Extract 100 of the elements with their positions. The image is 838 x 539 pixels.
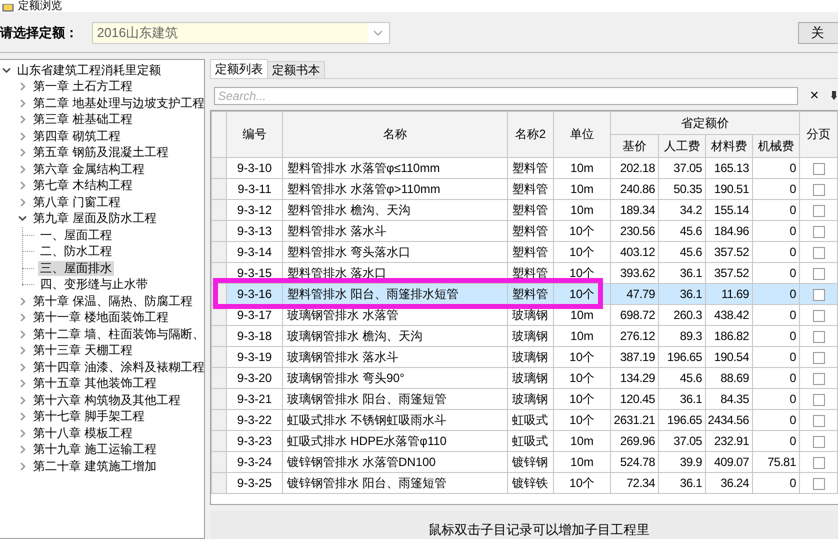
expand-caret-icon[interactable] [18,428,27,438]
checkbox[interactable] [812,204,824,217]
table-cell: 120.45 [610,388,658,410]
tree-item[interactable]: 一、屋面工程 [38,228,114,243]
tree-item[interactable]: 第十六章 构筑物及其他工程 [31,392,182,408]
table-row[interactable]: 9-3-25 镀锌钢管排水 阳台、雨篷短管 镀锌铁 10个 72.34 36.1 36.24 0 [212,472,838,494]
tree-item[interactable]: 第十章 保温、隔热、防腐工程 [31,294,194,309]
table-row[interactable]: 9-3-11 塑料管排水 水落管φ>110mm 塑料管 10m 240.86 50.35 190.51 0 [212,178,838,200]
tree-item[interactable]: 第九章 屋面及防水工程 [31,211,158,226]
column-header[interactable]: 名称 [282,112,508,158]
checkbox[interactable] [812,330,824,343]
expand-caret-icon[interactable] [18,296,27,306]
expand-caret-icon[interactable] [18,462,27,471]
tree-item[interactable]: 第三章 桩基础工程 [31,112,134,128]
table-row[interactable]: 9-3-19 玻璃钢管排水 落水斗 玻璃钢 10个 387.19 196.65 190.54 0 [212,346,838,368]
checkbox[interactable] [812,226,824,238]
tree-item[interactable]: 第十八章 模板工程 [31,426,134,441]
table-row[interactable]: 9-3-24 镀锌钢管排水 水落管DN100 镀锌钢 10m 524.78 39.9 409.07 75.81 [212,452,838,472]
expand-caret-icon[interactable] [18,346,27,356]
table-row[interactable]: 9-3-23 虹吸式排水 HDPE水落管φ110 虹吸式 10m 269.96 37.05 232.91 0 [212,430,838,452]
column-header[interactable]: 材料费 [706,134,752,158]
table-row[interactable]: 9-3-20 玻璃钢管排水 弯头90° 玻璃钢 10个 134.29 45.6 88.69 0 [212,368,838,388]
expand-caret-icon[interactable] [18,396,27,405]
table-row[interactable]: 9-3-17 玻璃钢管排水 水落管 玻璃钢 10m 698.72 260.3 438.42 0 [212,304,838,326]
tree-item[interactable]: 四、变形缝与止水带 [38,277,150,292]
search-field[interactable]: Search... [214,87,798,105]
tree-item[interactable]: 山东省建筑工程消耗里定额 [15,62,163,78]
table-row[interactable]: 9-3-18 玻璃钢管排水 檐沟、天沟 玻璃钢 10m 276.12 89.3 186.82 0 [212,326,838,346]
checkbox[interactable] [812,394,824,406]
expand-caret-icon[interactable] [18,362,27,372]
collapse-caret-icon[interactable] [18,214,27,224]
tree-item[interactable]: 第四章 砌筑工程 [31,128,122,144]
column-header[interactable]: 名称2 [508,112,554,158]
checkbox[interactable] [812,246,824,259]
expand-caret-icon[interactable] [18,98,27,108]
expand-caret-icon[interactable] [18,445,27,454]
expand-caret-icon[interactable] [18,132,27,141]
checkbox[interactable] [812,352,824,364]
expand-caret-icon[interactable] [18,379,27,388]
table-row[interactable]: 9-3-13 塑料管排水 落水斗 塑料管 10个 230.56 45.6 184.96 0 [212,220,838,242]
checkbox[interactable] [812,268,824,280]
dropdown-caret-icon[interactable] [373,30,383,36]
down-arrow-icon[interactable] [830,91,837,101]
expand-caret-icon[interactable] [18,115,27,124]
table-cell: 134.29 [610,368,658,388]
checkbox[interactable] [812,414,824,427]
column-header[interactable]: 机械费 [752,134,800,158]
tree-item[interactable]: 第十九章 施工运输工程 [31,442,158,458]
table-row[interactable]: 9-3-16 塑料管排水 阳台、雨篷排水短管 塑料管 10个 47.79 36.1 11.69 0 [212,284,838,304]
table-cell: 0 [752,304,800,326]
column-header[interactable]: 分页 [800,112,838,158]
checkbox[interactable] [812,456,824,469]
tree-item[interactable]: 第五章 钢筋及混凝土工程 [31,145,170,160]
tree-item[interactable]: 第二十章 建筑施工增加 [31,458,158,474]
tree-item[interactable]: 第十七章 脚手架工程 [31,409,146,424]
table-cell: 9-3-14 [226,242,282,262]
expand-caret-icon[interactable] [18,313,27,322]
checkbox[interactable] [812,288,824,301]
expand-caret-icon[interactable] [18,148,27,158]
tree-item[interactable]: 第十三章 天棚工程 [31,343,134,358]
column-header[interactable]: 人工费 [658,134,706,158]
expand-caret-icon[interactable] [18,164,27,174]
checkbox[interactable] [812,436,824,448]
table-row[interactable]: 9-3-22 虹吸式排水 不锈钢虹吸雨水斗 虹吸式 10个 2631.21 196.65 2434.56 0 [212,410,838,430]
tab[interactable]: 定额列表 [210,59,268,78]
tree-item[interactable]: 第六章 金属结构工程 [31,162,146,177]
tree-item[interactable]: 第十四章 油漆、涂料及裱糊工程 [31,360,204,375]
column-header[interactable]: 基价 [610,134,658,158]
tree-item[interactable]: 二、防水工程 [38,244,114,260]
table-row[interactable]: 9-3-10 塑料管排水 水落管φ≤110mm 塑料管 10m 202.18 37.05 165.13 0 [212,158,838,178]
column-header[interactable]: 单位 [554,112,610,158]
tree-item[interactable]: 第七章 木结构工程 [31,178,134,194]
table-row[interactable]: 9-3-14 塑料管排水 弯头落水口 塑料管 10个 403.12 45.6 357.52 0 [212,242,838,262]
expand-caret-icon[interactable] [18,198,27,207]
collapse-caret-icon[interactable] [2,66,11,75]
tree-item[interactable]: 第二章 地基处理与边坡支护工程 [31,96,204,111]
tree-item[interactable]: 第十一章 楼地面装饰工程 [31,310,170,326]
tab[interactable]: 定额书本 [267,61,325,78]
expand-caret-icon[interactable] [18,82,27,92]
clear-button[interactable]: × [808,88,821,104]
expand-caret-icon[interactable] [18,181,27,190]
tree-item[interactable]: 第八章 门窗工程 [31,194,122,210]
expand-caret-icon[interactable] [18,412,27,422]
checkbox[interactable] [812,310,824,322]
tree-item[interactable]: 第一章 土石方工程 [31,79,134,94]
checkbox[interactable] [812,478,824,490]
checkbox[interactable] [812,162,824,175]
checkbox[interactable] [812,184,824,196]
table-cell: 9-3-25 [226,472,282,494]
close-button[interactable]: 关 [798,22,838,44]
column-header[interactable]: 编号 [226,112,282,158]
checkbox[interactable] [812,372,824,385]
quota-dropdown[interactable]: 2016山东建筑 [92,22,390,44]
expand-caret-icon[interactable] [18,330,27,339]
tree-item[interactable]: 第十二章 墙、柱面装饰与隔断、 [31,326,204,342]
table-cell: 10个 [554,472,610,494]
table-row[interactable]: 9-3-21 玻璃钢管排水 阳台、雨篷短管 玻璃钢 10个 120.45 36.1 84.35 0 [212,388,838,410]
tree-item[interactable]: 第十五章 其他装饰工程 [31,376,158,392]
table-row[interactable]: 9-3-12 塑料管排水 檐沟、天沟 塑料管 10m 189.34 34.2 155.14 0 [212,200,838,220]
tree-item[interactable]: 三、屋面排水 [38,260,114,276]
